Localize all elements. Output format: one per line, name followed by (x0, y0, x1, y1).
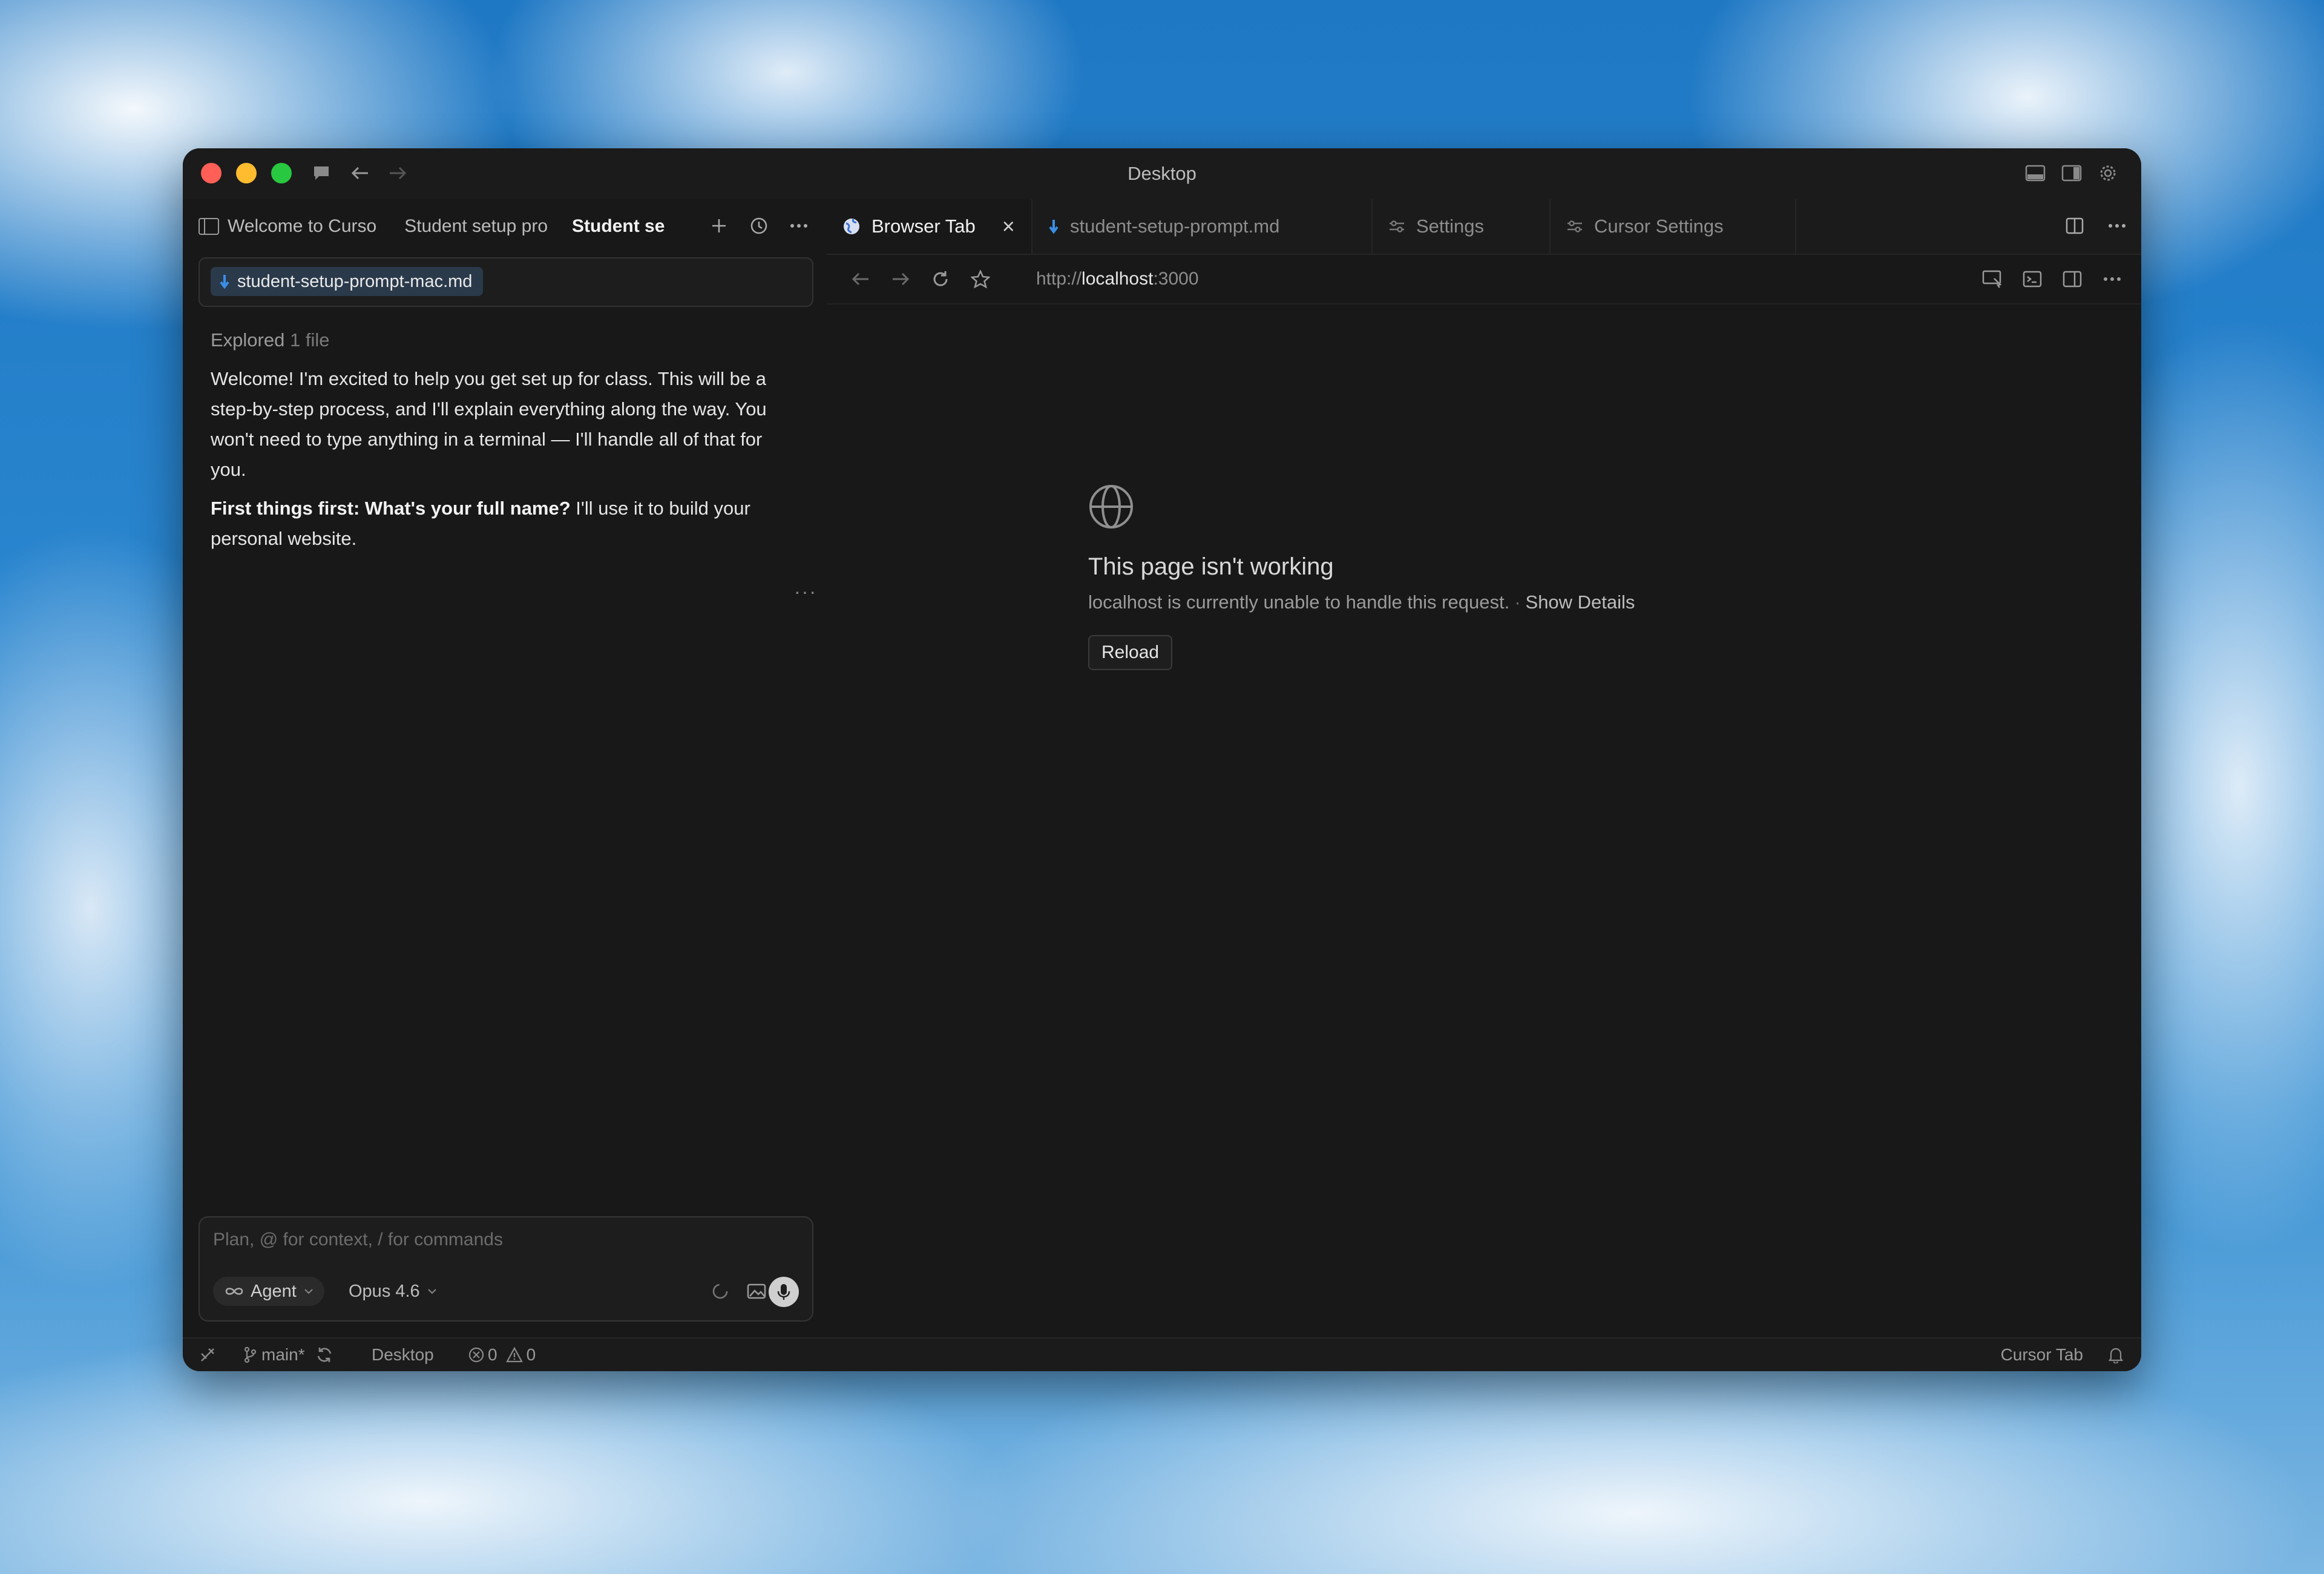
explored-summary[interactable]: Explored 1 file (211, 325, 798, 355)
settings-sliders-icon (1566, 219, 1583, 234)
tab-label: Cursor Settings (1594, 216, 1724, 237)
warning-triangle-icon (505, 1347, 523, 1363)
tab-label: student-setup-prompt.md (1070, 216, 1280, 237)
more-options-icon[interactable] (786, 212, 812, 239)
tab-student-setup-prompt[interactable]: student-setup-prompt.md (1032, 199, 1373, 254)
url-host: localhost (1082, 269, 1154, 289)
workspace-folder[interactable]: Desktop (372, 1339, 434, 1371)
tab-label: Student setup pro (404, 216, 548, 236)
chevron-down-icon (427, 1288, 437, 1294)
globe-icon (1088, 484, 1635, 533)
window-title: Desktop (1128, 163, 1196, 184)
chat-tab-actions (706, 212, 812, 239)
chat-messages: Explored 1 file Welcome! I'm excited to … (211, 325, 798, 562)
history-clock-icon[interactable] (746, 212, 772, 239)
tab-label: Browser Tab (872, 216, 976, 237)
error-circle-icon (468, 1347, 484, 1363)
browser-nav-bar: http://localhost:3000 (827, 255, 2141, 305)
toggle-panel-icon[interactable] (2020, 159, 2050, 187)
chat-composer: Plan, @ for context, / for commands Agen… (199, 1216, 813, 1322)
model-label: Opus 4.6 (349, 1281, 420, 1301)
status-bar: main* Desktop 0 0 Cursor Tab (183, 1337, 2141, 1371)
git-branch-icon (243, 1346, 257, 1363)
tab-label: Welcome to Curso (228, 216, 377, 236)
agent-mode-dropdown[interactable]: Agent (213, 1277, 324, 1306)
toggle-sidebar-icon[interactable] (2058, 265, 2087, 294)
chat-panel: Welcome to Curso Student setup pro Stude… (183, 199, 828, 1339)
browser-globe-icon (842, 217, 861, 235)
reload-button[interactable]: Reload (1088, 635, 1173, 670)
model-dropdown[interactable]: Opus 4.6 (349, 1277, 437, 1306)
chat-input[interactable]: Plan, @ for context, / for commands (213, 1230, 503, 1250)
settings-sliders-icon (1388, 219, 1405, 234)
agent-mode-label: Agent (251, 1281, 297, 1301)
problems-status[interactable]: 0 0 (468, 1339, 536, 1371)
error-description: localhost is currently unable to handle … (1088, 591, 1510, 613)
back-arrow-icon[interactable] (846, 265, 875, 294)
assistant-message-welcome: Welcome! I'm excited to help you get set… (211, 368, 767, 480)
show-details-link[interactable]: Show Details (1526, 591, 1635, 613)
editor-area: Browser Tab × student-setup-prompt.md Se… (827, 199, 2141, 1339)
forward-arrow-icon[interactable] (886, 265, 915, 294)
tab-label: Student se (572, 216, 665, 236)
context-file-name: student-setup-prompt-mac.md (237, 271, 473, 291)
url-port: :3000 (1153, 269, 1199, 289)
tab-cursor-settings[interactable]: Cursor Settings (1551, 199, 1796, 254)
chat-tab-bar: Welcome to Curso Student setup pro Stude… (183, 199, 827, 254)
assistant-message-question: First things first: What's your full nam… (211, 493, 798, 554)
explored-label: Explored (211, 329, 285, 351)
tab-settings[interactable]: Settings (1373, 199, 1551, 254)
console-icon[interactable] (2018, 265, 2047, 294)
markdown-file-icon (219, 274, 230, 289)
cursor-tab-status[interactable]: Cursor Tab (2001, 1339, 2083, 1371)
title-bar: Desktop (183, 148, 2141, 200)
panel-icon (199, 218, 219, 235)
question-bold: First things first: What's your full nam… (211, 498, 571, 519)
address-bar[interactable]: http://localhost:3000 (1036, 265, 1199, 294)
plus-icon[interactable] (706, 212, 732, 239)
split-editor-icon[interactable] (2061, 212, 2088, 239)
error-count: 0 (488, 1345, 497, 1364)
error-description-line: localhost is currently unable to handle … (1088, 591, 1635, 613)
context-bar: student-setup-prompt-mac.md (199, 257, 813, 307)
error-title: This page isn't working (1088, 553, 1334, 580)
message-more-icon[interactable]: ··· (794, 581, 817, 603)
bookmark-star-icon[interactable] (966, 265, 995, 294)
separator: · (1514, 591, 1521, 613)
more-options-icon[interactable] (2104, 212, 2130, 239)
microphone-icon (777, 1283, 790, 1301)
more-options-icon[interactable] (2098, 265, 2127, 294)
sync-icon[interactable] (316, 1346, 333, 1363)
infinity-icon (224, 1286, 245, 1297)
explored-count: 1 file (289, 329, 330, 351)
microphone-button[interactable] (769, 1277, 799, 1307)
tab-student-setup[interactable]: Student setup pro (404, 216, 548, 237)
reload-icon[interactable] (926, 265, 955, 294)
close-tab-icon[interactable]: × (1002, 214, 1015, 239)
error-page: This page isn't working localhost is cur… (1088, 484, 1635, 670)
loading-spinner-icon (707, 1278, 734, 1305)
image-attach-icon[interactable] (743, 1278, 770, 1305)
warning-count: 0 (526, 1345, 536, 1364)
tab-browser[interactable]: Browser Tab × (827, 199, 1032, 254)
app-window: Desktop Welcome to Curso Student setup p… (183, 148, 2141, 1371)
chevron-down-icon (304, 1288, 313, 1294)
remote-icon[interactable] (200, 1339, 215, 1371)
context-file-chip[interactable]: student-setup-prompt-mac.md (211, 267, 484, 296)
toggle-sidebar-icon[interactable] (2056, 159, 2087, 187)
tab-welcome[interactable]: Welcome to Curso (199, 216, 376, 237)
editor-tab-actions (2061, 212, 2130, 239)
git-branch-label: main* (261, 1345, 305, 1364)
tab-label: Settings (1416, 216, 1485, 237)
git-branch-status[interactable]: main* (243, 1339, 333, 1371)
editor-tab-bar: Browser Tab × student-setup-prompt.md Se… (827, 199, 2141, 255)
tab-student-setup-active[interactable]: Student se (572, 216, 665, 237)
select-element-icon[interactable] (1978, 265, 2007, 294)
url-scheme: http:// (1036, 269, 1082, 289)
markdown-file-icon (1048, 219, 1059, 234)
gear-icon[interactable] (2093, 159, 2123, 187)
bell-icon[interactable] (2109, 1339, 2123, 1371)
